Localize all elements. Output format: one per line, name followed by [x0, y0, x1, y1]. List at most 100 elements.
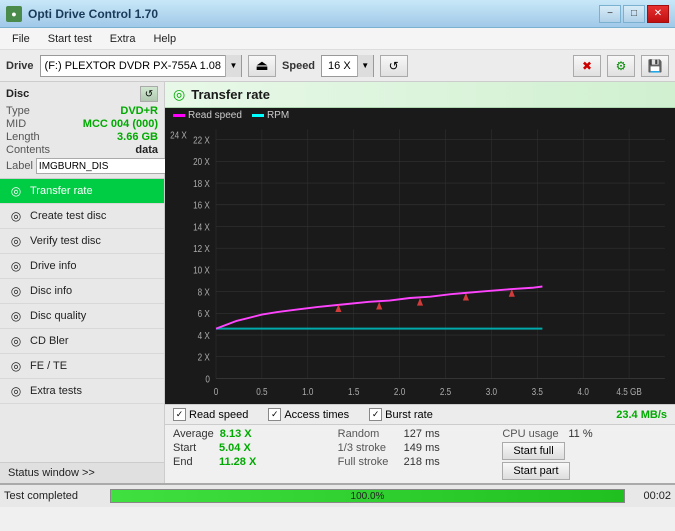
legend-rpm-color [252, 114, 264, 117]
drive-info-icon: ◎ [8, 259, 24, 273]
clear-button[interactable]: ✖ [573, 55, 601, 77]
nav-disc-quality[interactable]: ◎ Disc quality [0, 304, 164, 329]
eject-button[interactable]: ⏏ [248, 55, 276, 77]
checkbox-read-speed-box[interactable]: ✓ [173, 408, 186, 421]
stat-average-row: Average 8.13 X [173, 428, 338, 440]
nav-drive-info[interactable]: ◎ Drive info [0, 254, 164, 279]
disc-label-row: Label ⚙ [6, 158, 158, 174]
drive-dropdown-arrow[interactable]: ▼ [225, 55, 241, 77]
checkbox-read-speed[interactable]: ✓ Read speed [173, 408, 248, 421]
checkbox-access-times-label: Access times [284, 409, 349, 421]
drive-bar: Drive (F:) PLEXTOR DVDR PX-755A 1.08 ▼ ⏏… [0, 50, 675, 82]
start-value: 5.04 X [219, 442, 269, 454]
nav-extra-tests-label: Extra tests [30, 385, 82, 397]
nav-verify-test-disc-label: Verify test disc [30, 235, 101, 247]
stat-start-full-row: Start full [502, 442, 667, 460]
disc-length-value: 3.66 GB [117, 131, 158, 143]
disc-length-row: Length 3.66 GB [6, 131, 158, 143]
stats-col-3: CPU usage 11 % Start full Start part [502, 428, 667, 480]
stats-area: Average 8.13 X Start 5.04 X End 11.28 X … [165, 424, 675, 483]
stroke-1-3-value: 149 ms [404, 442, 454, 454]
chart-header-icon: ◎ [173, 86, 185, 103]
elapsed-time: 00:02 [631, 490, 671, 502]
menu-extra[interactable]: Extra [102, 31, 144, 47]
nav-drive-info-label: Drive info [30, 260, 76, 272]
disc-contents-row: Contents data [6, 144, 158, 156]
speed-label: Speed [282, 60, 315, 72]
save-button[interactable]: 💾 [641, 55, 669, 77]
disc-info-icon: ◎ [8, 284, 24, 298]
cpu-value: 11 % [568, 428, 618, 440]
stat-end-row: End 11.28 X [173, 456, 338, 468]
stat-full-stroke-row: Full stroke 218 ms [338, 456, 503, 468]
disc-label-input[interactable] [36, 158, 174, 174]
nav-cd-bler[interactable]: ◎ CD Bler [0, 329, 164, 354]
disc-type-row: Type DVD+R [6, 105, 158, 117]
chart-title: Transfer rate [191, 87, 270, 102]
nav-create-test-disc[interactable]: ◎ Create test disc [0, 204, 164, 229]
refresh-speed-button[interactable]: ↺ [380, 55, 408, 77]
svg-text:0: 0 [205, 373, 210, 384]
speed-selector[interactable]: 16 X ▼ [321, 55, 374, 77]
nav-verify-test-disc[interactable]: ◎ Verify test disc [0, 229, 164, 254]
transfer-rate-icon: ◎ [8, 184, 24, 198]
disc-mid-label: MID [6, 118, 26, 130]
maximize-button[interactable]: □ [623, 5, 645, 23]
nav-fe-te[interactable]: ◎ FE / TE [0, 354, 164, 379]
speed-value: 16 X [322, 60, 357, 72]
svg-text:4.0: 4.0 [578, 386, 589, 397]
stat-1-3-stroke-row: 1/3 stroke 149 ms [338, 442, 503, 454]
minimize-button[interactable]: − [599, 5, 621, 23]
menu-file[interactable]: File [4, 31, 38, 47]
chart-svg: 0 2 X 4 X 6 X 8 X 10 X 12 X 14 X 16 X 18… [165, 123, 675, 404]
disc-section: Disc ↺ Type DVD+R MID MCC 004 (000) Leng… [0, 82, 164, 179]
main-area: Disc ↺ Type DVD+R MID MCC 004 (000) Leng… [0, 82, 675, 483]
full-stroke-value: 218 ms [404, 456, 454, 468]
nav-extra-tests[interactable]: ◎ Extra tests [0, 379, 164, 404]
drive-selector[interactable]: (F:) PLEXTOR DVDR PX-755A 1.08 ▼ [40, 55, 242, 77]
close-button[interactable]: ✕ [647, 5, 669, 23]
checkbox-access-times-box[interactable]: ✓ [268, 408, 281, 421]
svg-text:24 X: 24 X [170, 129, 187, 140]
disc-quality-icon: ◎ [8, 309, 24, 323]
svg-text:22 X: 22 X [193, 135, 210, 146]
full-stroke-label: Full stroke [338, 456, 398, 468]
svg-text:3.0: 3.0 [486, 386, 497, 397]
disc-refresh-button[interactable]: ↺ [140, 86, 158, 102]
speed-dropdown-arrow[interactable]: ▼ [357, 55, 373, 77]
nav-disc-info[interactable]: ◎ Disc info [0, 279, 164, 304]
average-label: Average [173, 428, 214, 440]
stroke-1-3-label: 1/3 stroke [338, 442, 398, 454]
checkbox-access-times[interactable]: ✓ Access times [268, 408, 349, 421]
start-full-button[interactable]: Start full [502, 442, 564, 460]
legend-rpm-label: RPM [267, 110, 289, 121]
progress-bar-container: 100.0% [110, 489, 625, 503]
menu-help[interactable]: Help [145, 31, 184, 47]
verify-test-disc-icon: ◎ [8, 234, 24, 248]
svg-text:4 X: 4 X [198, 330, 210, 341]
legend-read-speed: Read speed [173, 110, 242, 121]
nav-transfer-rate[interactable]: ◎ Transfer rate [0, 179, 164, 204]
progress-text: 100.0% [111, 490, 624, 502]
settings-button[interactable]: ⚙ [607, 55, 635, 77]
disc-type-value: DVD+R [120, 105, 158, 117]
svg-text:10 X: 10 X [193, 265, 210, 276]
legend-read-color [173, 114, 185, 117]
chart-container: 0 2 X 4 X 6 X 8 X 10 X 12 X 14 X 16 X 18… [165, 123, 675, 404]
stat-start-row: Start 5.04 X [173, 442, 338, 454]
legend-read-label: Read speed [188, 110, 242, 121]
nav-disc-info-label: Disc info [30, 285, 72, 297]
start-part-button[interactable]: Start part [502, 462, 569, 480]
disc-header: Disc ↺ [6, 86, 158, 102]
title-buttons: − □ ✕ [599, 5, 669, 23]
stat-start-part-row: Start part [502, 462, 667, 480]
nav-disc-quality-label: Disc quality [30, 310, 86, 322]
svg-text:4.5 GB: 4.5 GB [616, 386, 641, 397]
disc-type-label: Type [6, 105, 30, 117]
checkbox-burst-rate-box[interactable]: ✓ [369, 408, 382, 421]
status-window-button[interactable]: Status window >> [0, 462, 164, 483]
create-test-disc-icon: ◎ [8, 209, 24, 223]
checkbox-burst-rate[interactable]: ✓ Burst rate [369, 408, 433, 421]
menu-start-test[interactable]: Start test [40, 31, 100, 47]
legend-rpm: RPM [252, 110, 289, 121]
